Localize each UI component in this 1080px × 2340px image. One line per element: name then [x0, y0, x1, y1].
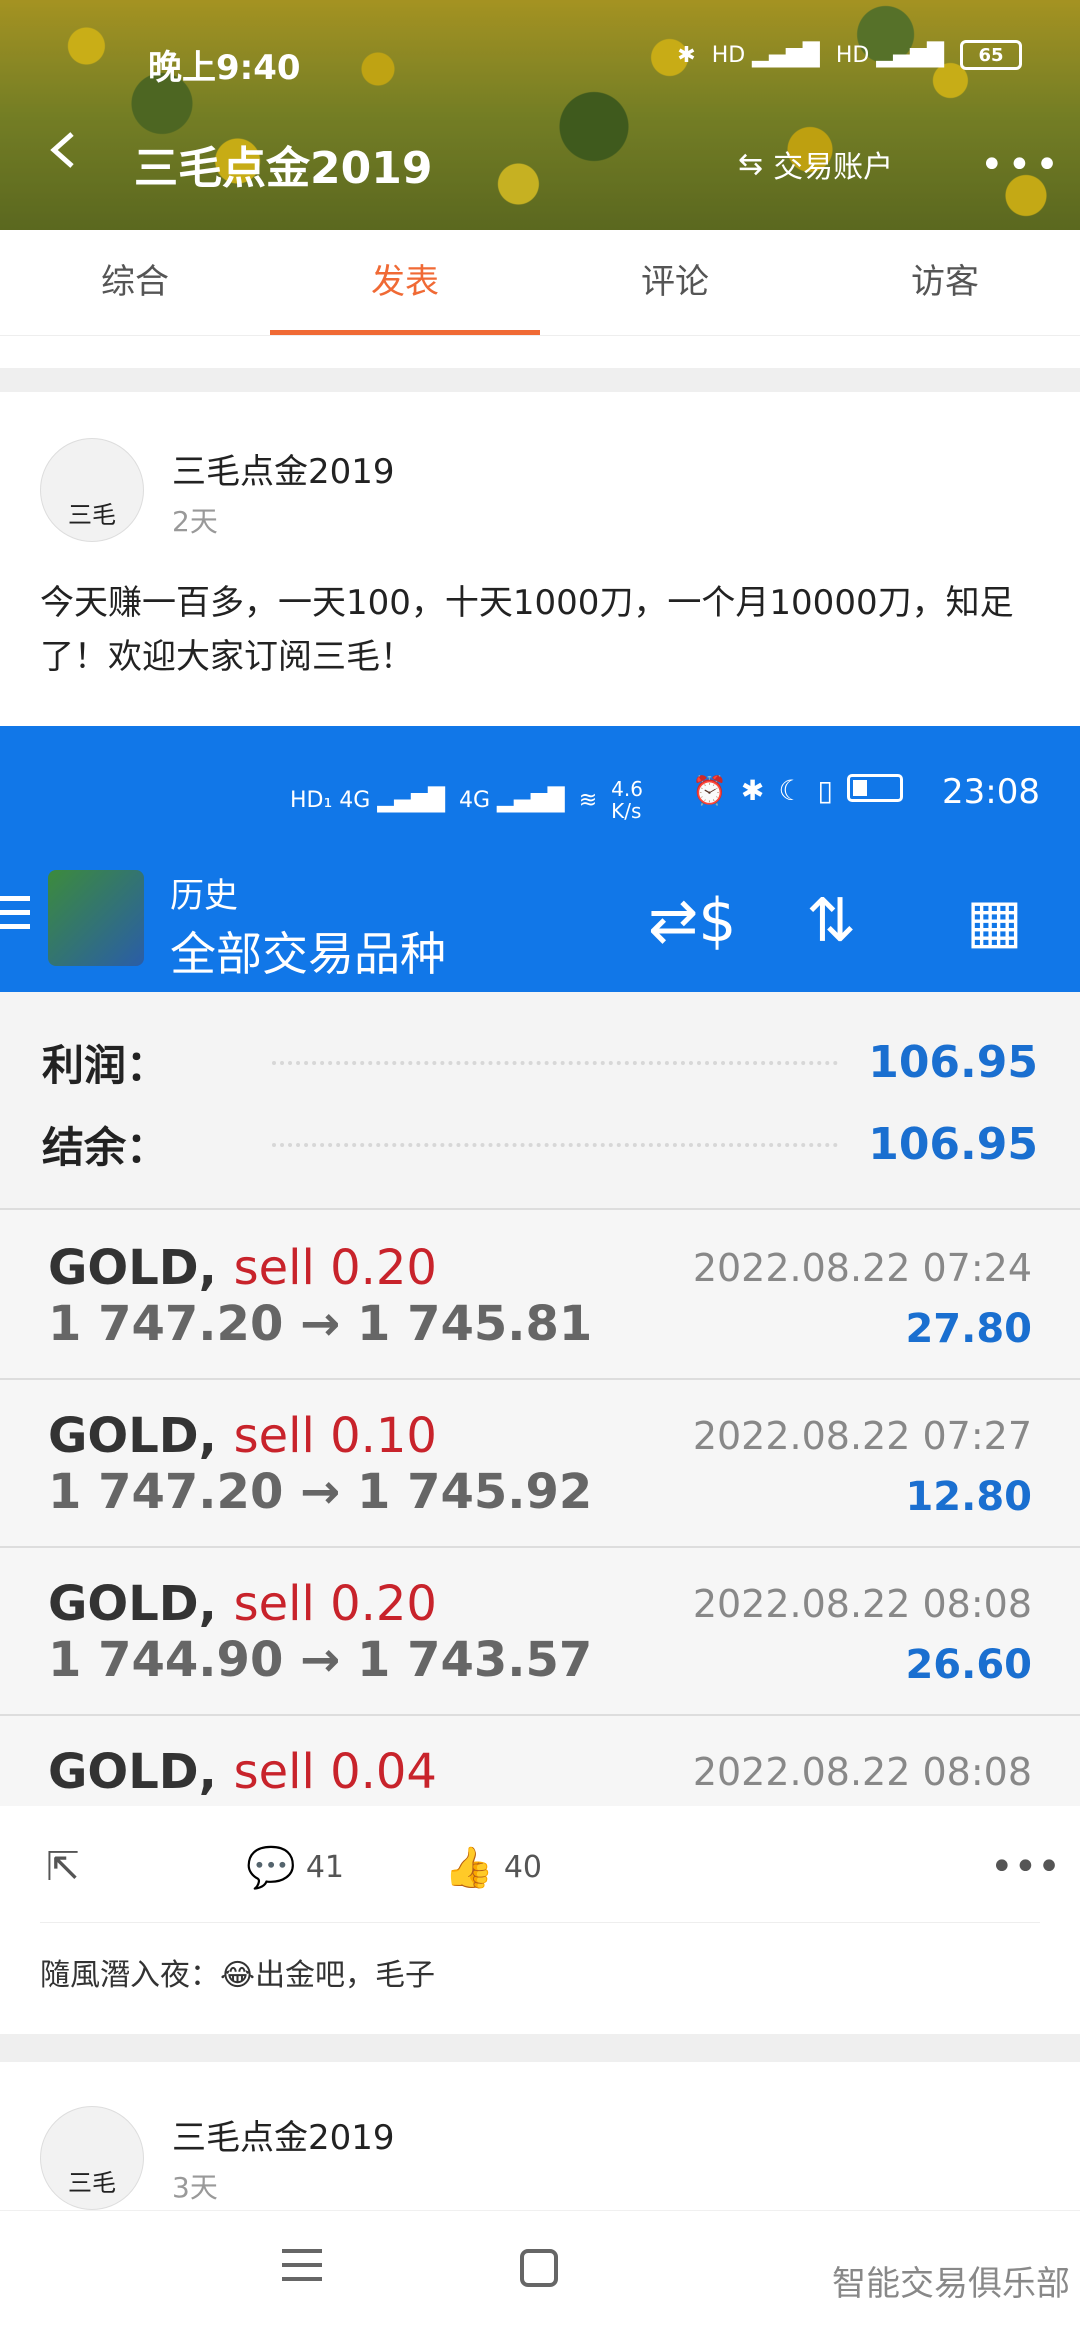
laugh-emoji-icon: 😂	[220, 1958, 256, 1993]
signal-icon: HD ▂▄▆█	[711, 42, 820, 68]
avatar[interactable]: 三毛	[40, 438, 144, 542]
mt-app-bar: HD₁ 4G ▂▄▆█ 4G ▂▄▆█ ≋ 4.6 K/s ⏰ ✱ ☾ ▯ 23:08 历…	[0, 726, 1080, 992]
comment-user[interactable]: 隨風潛入夜：	[40, 1958, 220, 1993]
swap-icon: ⇆	[738, 146, 764, 182]
mt-status-network: HD₁ 4G ▂▄▆█ 4G ▂▄▆█ ≋ 4.6 K/s	[290, 777, 643, 823]
post-author[interactable]: 三毛点金2019	[172, 2110, 395, 2159]
moon-icon: ☾	[778, 774, 804, 807]
page-title: 三毛点金2019	[134, 143, 433, 194]
status-time: 晚上9:40	[148, 48, 301, 88]
profile-header: 晚上9:40 ✱ HD ▂▄▆█ HD ▂▄▆█ 65 三毛点金2019 ⇆ 交…	[0, 0, 1080, 230]
trade-row: GOLD, sell 0.20 1 747.20 → 1 745.81 2022…	[0, 1212, 1080, 1380]
summary-profit: 利润： 106.95	[42, 1037, 1038, 1090]
menu-icon[interactable]	[282, 2249, 322, 2281]
bluetooth-icon: ✱	[740, 774, 765, 807]
trade-row: GOLD, sell 0.10 1 747.20 → 1 745.92 2022…	[0, 1380, 1080, 1548]
post-time: 2天	[172, 505, 218, 538]
share-button[interactable]: ⇱	[46, 1844, 80, 1890]
mt-status-time: 23:08	[942, 772, 1040, 812]
like-count: 40	[503, 1850, 542, 1885]
mt-logo-icon	[48, 870, 144, 966]
like-button[interactable]: 👍 40	[444, 1844, 542, 1891]
tab-visitors[interactable]: 访客	[810, 230, 1080, 335]
sort-icon: ⇅	[806, 886, 857, 956]
tab-posts[interactable]: 发表	[270, 230, 540, 335]
battery-icon: 65	[960, 40, 1022, 70]
currency-switch-icon: ⇄$	[648, 886, 737, 956]
summary-balance: 结余： 106.95	[42, 1119, 1038, 1172]
status-icons: ✱ HD ▂▄▆█ HD ▂▄▆█ 65	[677, 40, 1022, 70]
post-actions: ⇱ 💬 41 👍 40 •••	[0, 1806, 1080, 1922]
trade-row: GOLD, sell 0.04 2022.08.22 08:08	[0, 1716, 1080, 1806]
mt-screen-title: 历史	[170, 876, 238, 916]
more-icon[interactable]: •••	[980, 142, 1063, 188]
bluetooth-icon: ✱	[677, 42, 696, 68]
tab-bar: 综合 发表 评论 访客	[0, 230, 1080, 336]
post-image[interactable]: HD₁ 4G ▂▄▆█ 4G ▂▄▆█ ≋ 4.6 K/s ⏰ ✱ ☾ ▯ 23:08 历…	[0, 726, 1080, 1806]
post-text: 今天赚一百多，一天100，十天1000刀，一个月10000刀，知足了！欢迎大家订…	[40, 583, 1014, 677]
comment-count: 41	[305, 1850, 344, 1885]
menu-icon	[0, 896, 30, 938]
signal-icon-2: HD ▂▄▆█	[835, 42, 944, 68]
more-icon[interactable]: •••	[990, 1844, 1061, 1890]
comment-text: 出金吧，毛子	[255, 1958, 436, 1993]
avatar[interactable]: 三毛	[40, 2106, 144, 2210]
comment-icon: 💬	[246, 1845, 296, 1891]
mt-screen-subtitle: 全部交易品种	[170, 927, 446, 981]
mt-summary: 利润： 106.95 结余： 106.95	[0, 992, 1080, 1210]
thumbs-up-icon: 👍	[444, 1845, 494, 1891]
calendar-icon: ▦	[966, 886, 1023, 956]
top-comment[interactable]: 隨風潛入夜：😂出金吧，毛子	[40, 1950, 435, 1994]
tab-overview[interactable]: 综合	[0, 230, 270, 335]
divider	[0, 368, 1080, 392]
post-time: 3天	[172, 2171, 218, 2204]
back-icon[interactable]	[44, 130, 84, 170]
vibrate-icon: ▯	[817, 774, 833, 807]
alarm-icon: ⏰	[692, 774, 727, 807]
switch-account-button[interactable]: ⇆ 交易账户	[738, 142, 893, 186]
watermark: 智能交易俱乐部	[832, 2264, 1070, 2304]
tab-comments[interactable]: 评论	[540, 230, 810, 335]
divider	[40, 1922, 1040, 1923]
trade-row: GOLD, sell 0.20 1 744.90 → 1 743.57 2022…	[0, 1548, 1080, 1716]
comment-button[interactable]: 💬 41	[246, 1844, 344, 1891]
mt-status-icons: ⏰ ✱ ☾ ▯	[692, 774, 903, 807]
home-icon[interactable]	[520, 2249, 558, 2287]
battery-icon	[846, 774, 903, 802]
wifi-icon: ≋	[578, 787, 598, 813]
share-icon: ⇱	[46, 1844, 80, 1890]
post-author[interactable]: 三毛点金2019	[172, 444, 395, 493]
divider	[0, 2034, 1080, 2062]
